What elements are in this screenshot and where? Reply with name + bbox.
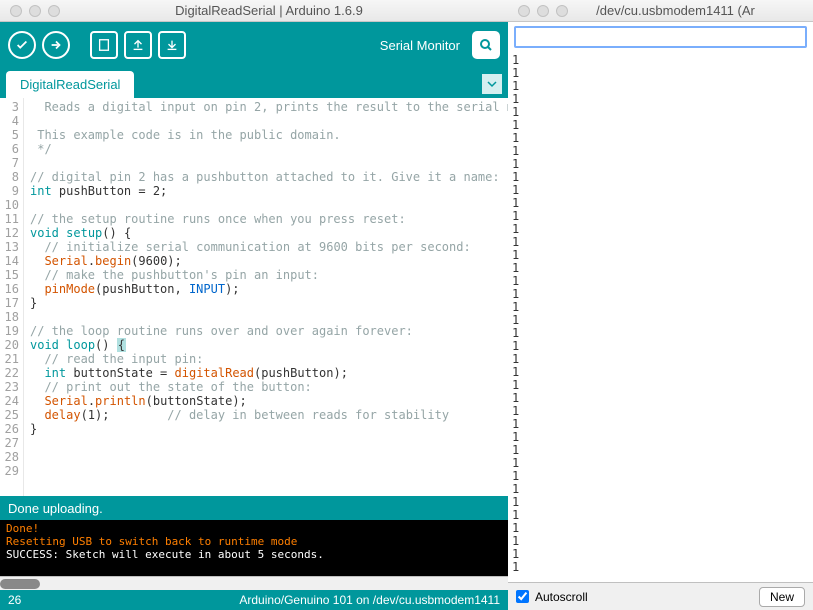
serial-output[interactable]: 1111111111111111111111111111111111111111	[508, 52, 813, 582]
minimize-icon[interactable]	[537, 5, 549, 17]
status-text: Done uploading.	[8, 501, 103, 516]
new-button[interactable]	[90, 31, 118, 59]
board-info: Arduino/Genuino 101 on /dev/cu.usbmodem1…	[239, 593, 500, 607]
autoscroll-checkbox[interactable]	[516, 590, 529, 603]
line-gutter: 3456789101112131415161718192021222324252…	[0, 98, 24, 496]
zoom-icon[interactable]	[48, 5, 60, 17]
tab-bar: DigitalReadSerial	[0, 68, 508, 98]
close-icon[interactable]	[518, 5, 530, 17]
ide-title: DigitalReadSerial | Arduino 1.6.9	[70, 3, 508, 18]
window-controls	[0, 5, 70, 17]
monitor-titlebar[interactable]: /dev/cu.usbmodem1411 (Ar	[508, 0, 813, 22]
serial-monitor-window: /dev/cu.usbmodem1411 (Ar 111111111111111…	[508, 0, 813, 610]
ide-toolbar: Serial Monitor	[0, 22, 508, 68]
ide-footer: 26 Arduino/Genuino 101 on /dev/cu.usbmod…	[0, 590, 508, 610]
monitor-button[interactable]: New	[759, 587, 805, 607]
console-output[interactable]: Done! Resetting USB to switch back to ru…	[0, 520, 508, 576]
status-bar: Done uploading.	[0, 496, 508, 520]
console-line: SUCCESS: Sketch will execute in about 5 …	[6, 548, 502, 561]
zoom-icon[interactable]	[556, 5, 568, 17]
close-icon[interactable]	[10, 5, 22, 17]
autoscroll-label: Autoscroll	[535, 590, 588, 604]
verify-button[interactable]	[8, 31, 36, 59]
upload-button[interactable]	[42, 31, 70, 59]
ide-titlebar[interactable]: DigitalReadSerial | Arduino 1.6.9	[0, 0, 508, 22]
monitor-footer: Autoscroll New	[508, 582, 813, 610]
console-line: Done!	[6, 522, 502, 535]
serial-monitor-button[interactable]	[472, 31, 500, 59]
minimize-icon[interactable]	[29, 5, 41, 17]
horizontal-scrollbar[interactable]	[0, 576, 508, 590]
code-area[interactable]: Reads a digital input on pin 2, prints t…	[24, 98, 508, 496]
monitor-title: /dev/cu.usbmodem1411 (Ar	[578, 3, 813, 18]
code-editor[interactable]: 3456789101112131415161718192021222324252…	[0, 98, 508, 496]
console-line: Resetting USB to switch back to runtime …	[6, 535, 502, 548]
tab-sketch[interactable]: DigitalReadSerial	[6, 71, 134, 98]
arduino-ide-window: DigitalReadSerial | Arduino 1.6.9 Serial…	[0, 0, 508, 610]
scrollbar-thumb[interactable]	[0, 579, 40, 589]
open-button[interactable]	[124, 31, 152, 59]
monitor-input-row	[508, 22, 813, 52]
tab-menu-button[interactable]	[482, 74, 502, 94]
serial-send-input[interactable]	[514, 26, 807, 48]
serial-monitor-label: Serial Monitor	[380, 38, 460, 53]
cursor-line: 26	[8, 593, 21, 607]
save-button[interactable]	[158, 31, 186, 59]
window-controls	[508, 5, 578, 17]
